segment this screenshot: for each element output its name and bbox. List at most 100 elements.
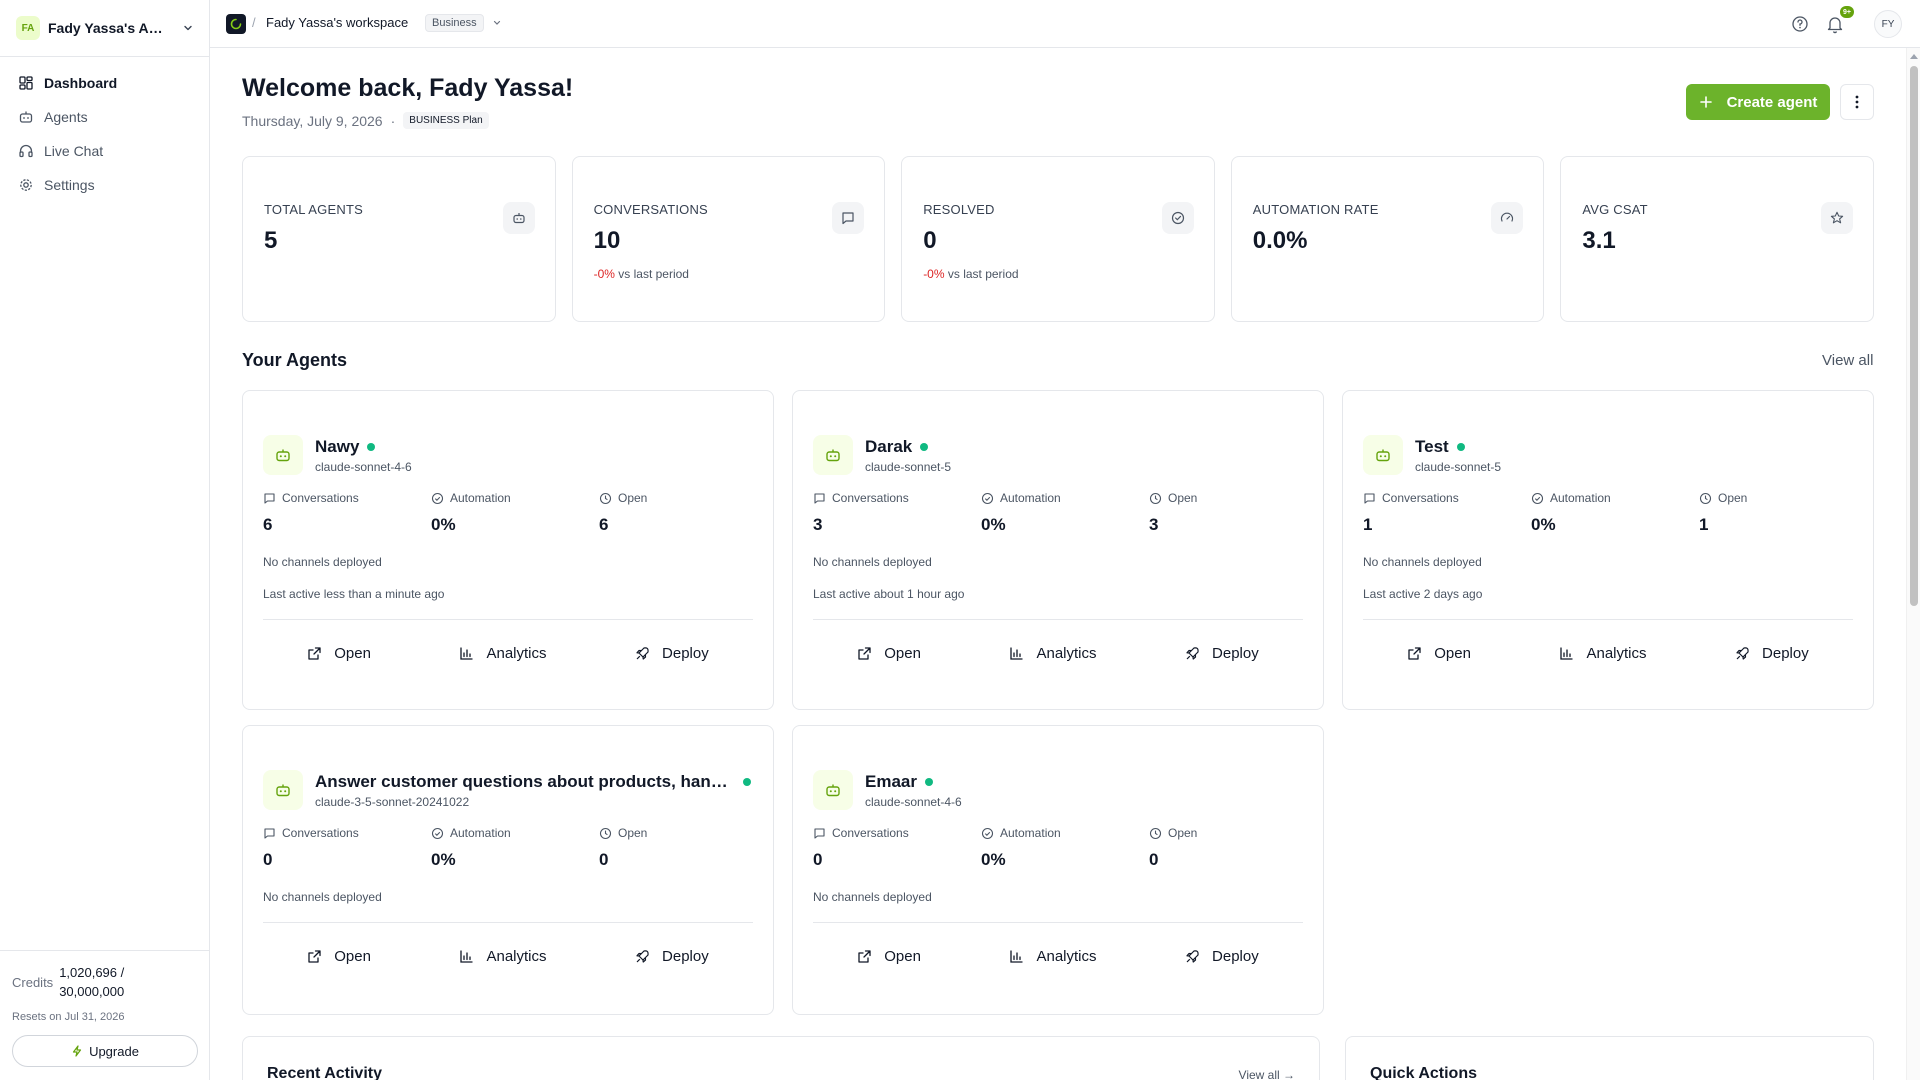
chevron-down-icon: [182, 22, 194, 34]
channels-status: No channels deployed: [263, 890, 382, 904]
stat-delta-value: -0%: [923, 267, 945, 281]
action-label: Analytics: [1036, 645, 1097, 662]
agent-name[interactable]: Test: [1415, 437, 1449, 457]
more-options-button[interactable]: [1840, 84, 1874, 120]
metric-label: Automation: [450, 491, 511, 505]
metric-label: Open: [618, 826, 648, 840]
last-active: Last active less than a minute ago: [263, 587, 445, 601]
workspace-name[interactable]: Fady Yassa's workspace: [266, 15, 408, 30]
agent-card-test: Test claude-sonnet-5 Conversations 1 Aut…: [1342, 390, 1874, 710]
stat-card-avg-csat: AVG CSAT 3.1: [1560, 156, 1874, 322]
sidebar-item-live-chat[interactable]: Live Chat: [10, 134, 200, 168]
agent-name[interactable]: Nawy: [315, 437, 359, 457]
bot-icon: [813, 770, 853, 810]
sidebar-item-label: Agents: [44, 109, 88, 125]
metric-automation: 0%: [1531, 515, 1556, 534]
open-agent-button[interactable]: Open: [849, 944, 929, 969]
external-link-icon: [307, 646, 322, 661]
chat-icon: [813, 827, 826, 840]
status-indicator: [920, 443, 929, 451]
sidebar-item-dashboard[interactable]: Dashboard: [10, 66, 200, 100]
deploy-button[interactable]: Deploy: [627, 944, 717, 969]
metric-automation: 0%: [431, 850, 456, 869]
agent-metrics: Conversations 6 Automation 0% Open 6: [263, 491, 763, 535]
app-logo[interactable]: [226, 14, 246, 34]
view-all-activity-link[interactable]: View all →: [1239, 1068, 1295, 1080]
agent-actions: Open Analytics Deploy: [263, 641, 753, 666]
quick-actions-title: Quick Actions: [1370, 1065, 1477, 1080]
create-agent-label: Create agent: [1726, 93, 1818, 111]
metric-label: Open: [1168, 826, 1198, 840]
action-label: Open: [884, 645, 921, 662]
open-agent-button[interactable]: Open: [849, 641, 929, 666]
card-divider: [263, 922, 753, 923]
check-circle-icon: [431, 827, 444, 840]
metric-label: Open: [618, 491, 648, 505]
help-icon[interactable]: [1790, 14, 1810, 34]
analytics-button[interactable]: Analytics: [1001, 944, 1104, 969]
chat-icon: [813, 492, 826, 505]
page-scrollbar[interactable]: [1906, 48, 1920, 1080]
check-circle-icon: [981, 492, 994, 505]
upgrade-label: Upgrade: [89, 1043, 139, 1059]
channels-status: No channels deployed: [263, 555, 382, 569]
stat-value: 10: [593, 227, 621, 254]
analytics-button[interactable]: Analytics: [451, 641, 554, 666]
metric-label: Open: [1718, 491, 1748, 505]
analytics-button[interactable]: Analytics: [1001, 641, 1104, 666]
chat-icon: [263, 827, 276, 840]
view-all-agents-link[interactable]: View all: [1822, 352, 1873, 369]
check-circle-icon: [1161, 202, 1194, 234]
scroll-up-arrow[interactable]: [1910, 54, 1918, 59]
open-agent-button[interactable]: Open: [299, 944, 379, 969]
check-circle-icon: [1531, 492, 1544, 505]
sidebar-item-agents[interactable]: Agents: [10, 100, 200, 134]
stat-card-resolved: RESOLVED 0 -0% vs last period: [901, 156, 1215, 322]
stat-label: TOTAL AGENTS: [264, 202, 363, 217]
breadcrumb-separator: /: [252, 15, 256, 30]
account-switcher[interactable]: FA Fady Yassa's Acc...: [16, 14, 194, 42]
gear-icon: [18, 177, 34, 193]
sidebar: FA Fady Yassa's Acc... Dashboard Agents …: [0, 0, 210, 1080]
check-circle-icon: [431, 492, 444, 505]
deploy-button[interactable]: Deploy: [1727, 641, 1817, 666]
agent-name[interactable]: Emaar: [865, 772, 917, 792]
deploy-button[interactable]: Deploy: [1177, 641, 1267, 666]
your-agents-title: Your Agents: [242, 350, 348, 370]
external-link-icon: [857, 949, 872, 964]
metric-open: 6: [599, 515, 609, 534]
agent-actions: Open Analytics Deploy: [813, 641, 1303, 666]
credits-panel: Credits 1,020,696 / 30,000,000 Resets on…: [0, 950, 209, 1067]
chat-icon: [832, 202, 865, 234]
deploy-button[interactable]: Deploy: [1177, 944, 1267, 969]
credits-label: Credits: [12, 974, 54, 990]
agent-model: claude-sonnet-5: [865, 460, 952, 474]
sidebar-item-settings[interactable]: Settings: [10, 168, 200, 202]
stat-label: AVG CSAT: [1582, 202, 1648, 217]
create-agent-button[interactable]: Create agent: [1686, 84, 1830, 120]
credits-used: 1,020,696 /: [59, 965, 125, 980]
user-avatar[interactable]: FY: [1874, 10, 1902, 38]
agent-card-nawy: Nawy claude-sonnet-4-6 Conversations 6 A…: [242, 390, 774, 710]
action-label: Open: [1434, 645, 1471, 662]
chat-icon: [1363, 492, 1376, 505]
upgrade-button[interactable]: Upgrade: [12, 1035, 198, 1067]
deploy-button[interactable]: Deploy: [627, 641, 717, 666]
page-subtitle: Thursday, July 9, 2026 · BUSINESS Plan: [242, 112, 489, 129]
stat-card-automation-rate: AUTOMATION RATE 0.0%: [1230, 156, 1545, 322]
analytics-button[interactable]: Analytics: [1551, 641, 1654, 666]
metric-open: 0: [599, 850, 609, 869]
recent-activity-title: Recent Activity: [267, 1065, 382, 1080]
metric-automation: 0%: [431, 515, 456, 534]
open-agent-button[interactable]: Open: [1399, 641, 1479, 666]
analytics-button[interactable]: Analytics: [451, 944, 554, 969]
agent-name[interactable]: Answer customer questions about products…: [315, 772, 735, 792]
open-agent-button[interactable]: Open: [299, 641, 379, 666]
dashboard-icon: [18, 75, 34, 91]
chevron-down-icon[interactable]: [492, 18, 502, 28]
scroll-thumb[interactable]: [1910, 66, 1918, 606]
last-active: Last active 2 days ago: [1363, 587, 1483, 601]
agent-name[interactable]: Darak: [865, 437, 912, 457]
bot-icon: [18, 109, 34, 125]
bar-chart-icon: [1009, 646, 1024, 661]
